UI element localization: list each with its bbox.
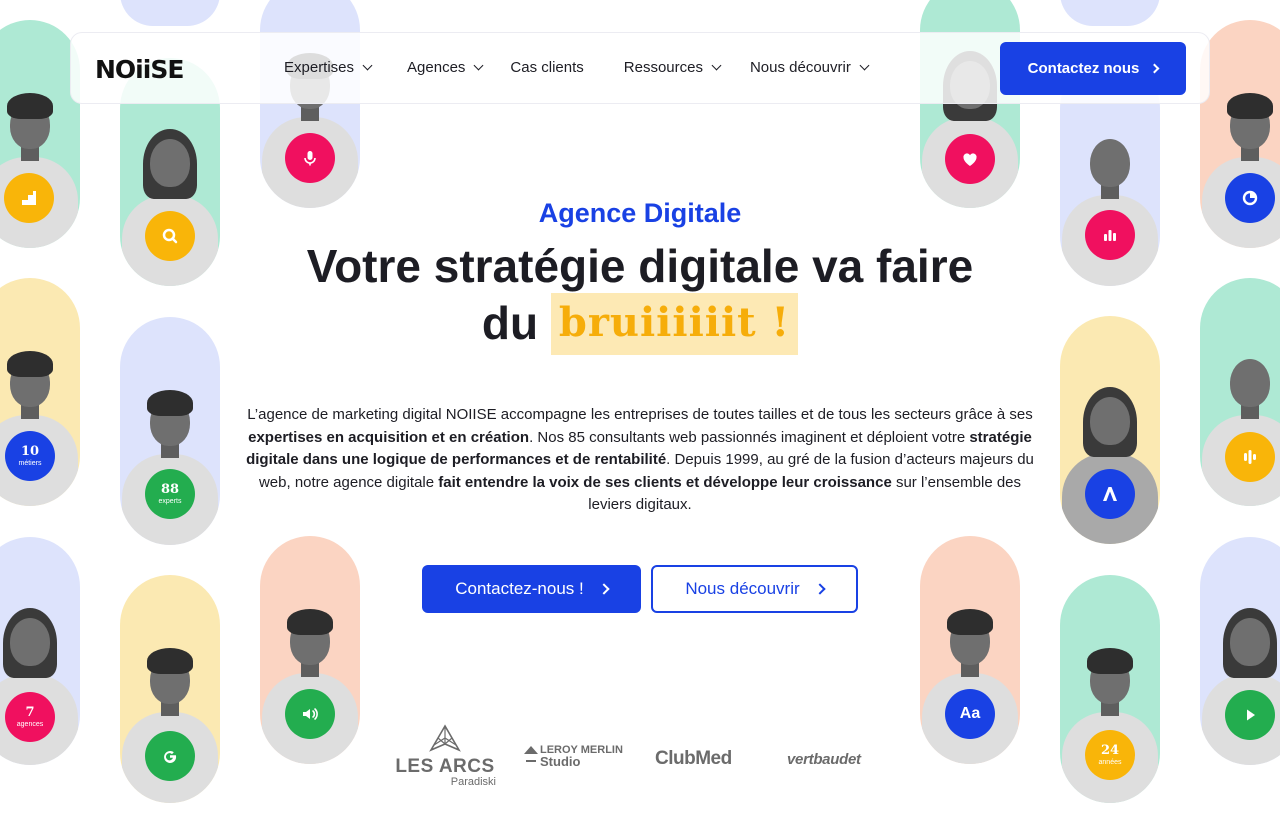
volume-icon bbox=[285, 689, 335, 739]
hero-headline: Votre stratégie digitale va faire du bru… bbox=[250, 238, 1030, 355]
nav-item-ressources[interactable]: Ressources bbox=[623, 59, 722, 76]
team-member-photo bbox=[1060, 379, 1160, 544]
cta-label: Nous découvrir bbox=[685, 579, 800, 598]
stat-badge-agences: 7 agences bbox=[5, 692, 55, 742]
noiise-logo[interactable]: NOiiSE bbox=[95, 55, 184, 84]
team-member-photo bbox=[920, 599, 1020, 764]
team-member-photo bbox=[1200, 600, 1280, 765]
headline-line-2-prefix: du bbox=[481, 297, 539, 349]
team-member-photo bbox=[0, 341, 80, 506]
contact-cta-button[interactable]: Contactez-nous ! bbox=[422, 565, 641, 613]
play-icon bbox=[1225, 690, 1275, 740]
hero-eyebrow: Agence Digitale bbox=[538, 198, 742, 228]
intro-bold: expertises en acquisition et en création bbox=[248, 428, 530, 446]
portrait-pill bbox=[120, 0, 220, 26]
site-header: NOiiSE Expertises Agences Cas clients Re… bbox=[70, 32, 1210, 104]
team-member-photo bbox=[120, 380, 220, 545]
clubmed-logo: ClubMed bbox=[655, 748, 732, 769]
logo-a-icon bbox=[1085, 469, 1135, 519]
intro-text: L’agence de marketing digital NOIISE acc… bbox=[247, 406, 1033, 423]
chevron-down-icon bbox=[711, 60, 722, 71]
nav-label: Cas clients bbox=[510, 59, 584, 76]
client-logos: LES ARCS Paradiski LEROY MERLIN Studio C… bbox=[390, 724, 900, 796]
microphone-icon bbox=[285, 133, 335, 183]
bar-chart-icon bbox=[4, 173, 54, 223]
chevron-down-icon bbox=[362, 60, 373, 71]
triangle-icon bbox=[524, 746, 538, 754]
team-member-photo bbox=[120, 121, 220, 286]
team-member-photo bbox=[0, 600, 80, 765]
cta-label: Contactez-nous ! bbox=[455, 579, 584, 598]
les-arcs-name: LES ARCS bbox=[395, 756, 495, 777]
intro-text: . Nos 85 consultants web passionnés imag… bbox=[529, 428, 970, 446]
nav-label: Ressources bbox=[623, 59, 703, 76]
stat-badge-metiers: 10 métiers bbox=[5, 431, 55, 481]
team-member-photo bbox=[1200, 83, 1280, 248]
nav-item-nous-decouvrir[interactable]: Nous découvrir bbox=[749, 59, 870, 76]
bar-icon bbox=[526, 760, 536, 762]
nav-label: Expertises bbox=[284, 59, 355, 76]
contact-button[interactable]: Contactez nous bbox=[1000, 42, 1186, 95]
mountain-icon bbox=[429, 724, 461, 752]
nav-label: Nous découvrir bbox=[749, 59, 851, 76]
leroy-merlin-sub: Studio bbox=[540, 754, 581, 769]
nav-item-expertises[interactable]: Expertises bbox=[284, 59, 373, 76]
hero-intro: L’agence de marketing digital NOIISE acc… bbox=[236, 404, 1044, 517]
nav-item-agences[interactable]: Agences bbox=[407, 59, 484, 76]
portrait-pill bbox=[1060, 0, 1160, 26]
team-member-photo bbox=[1060, 121, 1160, 286]
stat-badge-experts: 88 experts bbox=[145, 469, 195, 519]
main-nav: Expertises Agences Cas clients Ressource… bbox=[284, 59, 870, 76]
team-member-photo bbox=[0, 83, 80, 248]
vertbaudet-logo: vertbaudet bbox=[787, 751, 861, 768]
chevron-right-icon bbox=[813, 583, 826, 595]
chevron-down-icon bbox=[473, 60, 484, 71]
equalizer-icon bbox=[1225, 432, 1275, 482]
team-member-photo bbox=[260, 599, 360, 764]
headline-highlight: bruiiiiiit ! bbox=[550, 293, 799, 355]
google-icon bbox=[145, 731, 195, 781]
headline-line-1: Votre stratégie digitale va faire bbox=[306, 240, 974, 292]
intro-bold: fait entendre la voix de ses clients et … bbox=[438, 473, 892, 491]
pie-chart-icon bbox=[1225, 173, 1275, 223]
stat-badge-annees: 24 années bbox=[1085, 730, 1135, 780]
leroy-merlin-logo: LEROY MERLIN Studio bbox=[524, 744, 624, 769]
search-icon bbox=[145, 211, 195, 261]
team-member-photo bbox=[1200, 341, 1280, 506]
nav-item-cas-clients[interactable]: Cas clients bbox=[510, 59, 583, 76]
chevron-right-icon bbox=[598, 583, 610, 595]
chevron-right-icon bbox=[1149, 63, 1160, 74]
stats-icon bbox=[1085, 210, 1135, 260]
typography-icon: Aa bbox=[945, 689, 995, 739]
discover-cta-button[interactable]: Nous découvrir bbox=[651, 565, 858, 613]
les-arcs-logo: LES ARCS Paradiski bbox=[394, 724, 496, 788]
nav-label: Agences bbox=[407, 59, 466, 76]
contact-button-label: Contactez nous bbox=[1027, 60, 1140, 77]
chevron-down-icon bbox=[859, 60, 870, 71]
heart-icon bbox=[945, 134, 995, 184]
